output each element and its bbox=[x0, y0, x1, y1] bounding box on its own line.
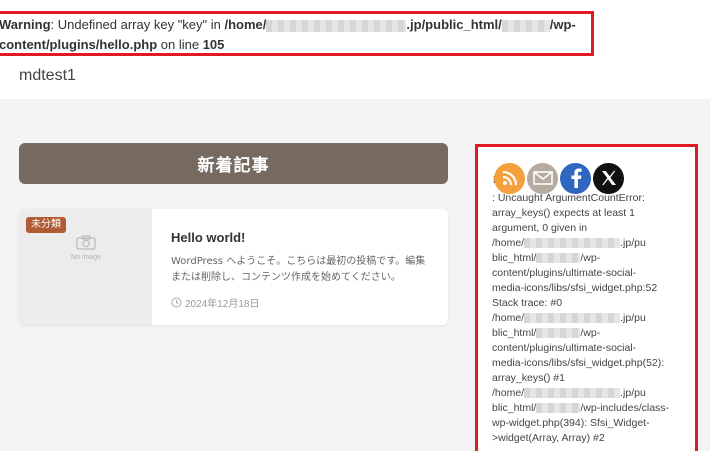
masked-segment bbox=[536, 328, 581, 339]
error-line: argument, 0 given in bbox=[492, 222, 588, 234]
post-excerpt: WordPress へようこそ。こちらは最初の投稿です。編集または削除し、コンテ… bbox=[171, 256, 426, 283]
post-thumbnail[interactable]: 未分類 No image bbox=[19, 209, 152, 325]
rss-icon[interactable] bbox=[494, 162, 525, 194]
warning-label: Warning bbox=[0, 17, 51, 32]
php-warning-highlight: Warning: Undefined array key "key" in /h… bbox=[0, 11, 594, 56]
mail-icon[interactable] bbox=[527, 162, 558, 194]
facebook-icon[interactable] bbox=[560, 162, 591, 194]
error-line: media-icons/libs/sfsi_widget.php:52 bbox=[492, 282, 658, 294]
masked-domain bbox=[266, 19, 407, 32]
php-warning-line-2: content/plugins/hello.php on line 105 bbox=[0, 35, 591, 53]
warning-path: /home/ bbox=[224, 17, 267, 32]
warning-on-line: on line bbox=[157, 37, 203, 52]
warning-message: : Undefined array key "key" in bbox=[50, 17, 225, 32]
error-line: wp-widget.php(394): Sfsi_Widget- bbox=[492, 417, 650, 429]
masked-directory bbox=[501, 19, 550, 32]
warning-path: content/plugins/hello.php bbox=[0, 37, 158, 52]
masked-segment bbox=[524, 238, 621, 249]
no-image-label: No image bbox=[71, 254, 101, 261]
error-line: content/plugins/ultimate-social- bbox=[492, 342, 637, 354]
masked-segment bbox=[536, 253, 581, 264]
error-line: blic_html//wp- bbox=[492, 252, 601, 264]
php-warning-area: Warning: Undefined array key "key" in /h… bbox=[0, 0, 710, 57]
error-line: blic_html//wp- bbox=[492, 327, 601, 339]
site-title[interactable]: mdtest1 bbox=[19, 67, 76, 85]
error-line: media-icons/libs/sfsi_widget.php(52): bbox=[492, 357, 665, 369]
post-date: 2024年12月18日 bbox=[171, 295, 260, 310]
envelope-glyph bbox=[532, 171, 553, 185]
masked-segment bbox=[524, 313, 621, 324]
error-line: /home/.jp/pu bbox=[492, 237, 646, 249]
post-card[interactable]: 未分類 No image Hello world! WordPress へようこ… bbox=[19, 209, 448, 325]
warning-path: .jp/public_html/ bbox=[406, 17, 502, 32]
warning-path: /wp- bbox=[549, 17, 576, 32]
error-line: array_keys() #1 bbox=[492, 372, 565, 384]
post-date-text: 2024年12月18日 bbox=[185, 299, 260, 310]
category-badge: 未分類 bbox=[26, 217, 66, 233]
rss-glyph bbox=[502, 170, 517, 186]
post-title[interactable]: Hello world! bbox=[171, 230, 245, 245]
warning-line-number: 105 bbox=[202, 37, 225, 52]
error-line: /home/.jp/pu bbox=[492, 312, 646, 324]
php-warning-line-1: Warning: Undefined array key "key" in /h… bbox=[0, 15, 591, 35]
error-line: Stack trace: #0 bbox=[492, 297, 563, 309]
error-line: /home/.jp/pu bbox=[492, 387, 646, 399]
clock-icon bbox=[171, 297, 182, 308]
section-heading-new-posts: 新着記事 bbox=[19, 143, 448, 184]
no-image-placeholder: No image bbox=[59, 235, 113, 261]
facebook-glyph bbox=[571, 168, 582, 188]
social-icons-row bbox=[494, 161, 624, 195]
masked-segment bbox=[536, 403, 581, 414]
error-line: blic_html//wp-includes/class- bbox=[492, 402, 670, 414]
site-header: mdtest1 bbox=[0, 57, 710, 99]
error-line: content/plugins/ultimate-social- bbox=[492, 267, 637, 279]
x-icon[interactable] bbox=[593, 162, 624, 194]
error-line: >widget(Array, Array) #2 bbox=[492, 432, 605, 444]
error-line: array_keys() expects at least 1 bbox=[492, 207, 635, 219]
x-glyph bbox=[601, 171, 616, 185]
sidebar-error-highlight: F : Uncaught ArgumentCountEr bbox=[475, 144, 698, 451]
masked-segment bbox=[524, 388, 621, 399]
camera-icon bbox=[76, 235, 96, 250]
error-line: : Uncaught ArgumentCountError: bbox=[492, 192, 645, 204]
uncaught-error-text: : Uncaught ArgumentCountError: array_key… bbox=[492, 191, 692, 446]
